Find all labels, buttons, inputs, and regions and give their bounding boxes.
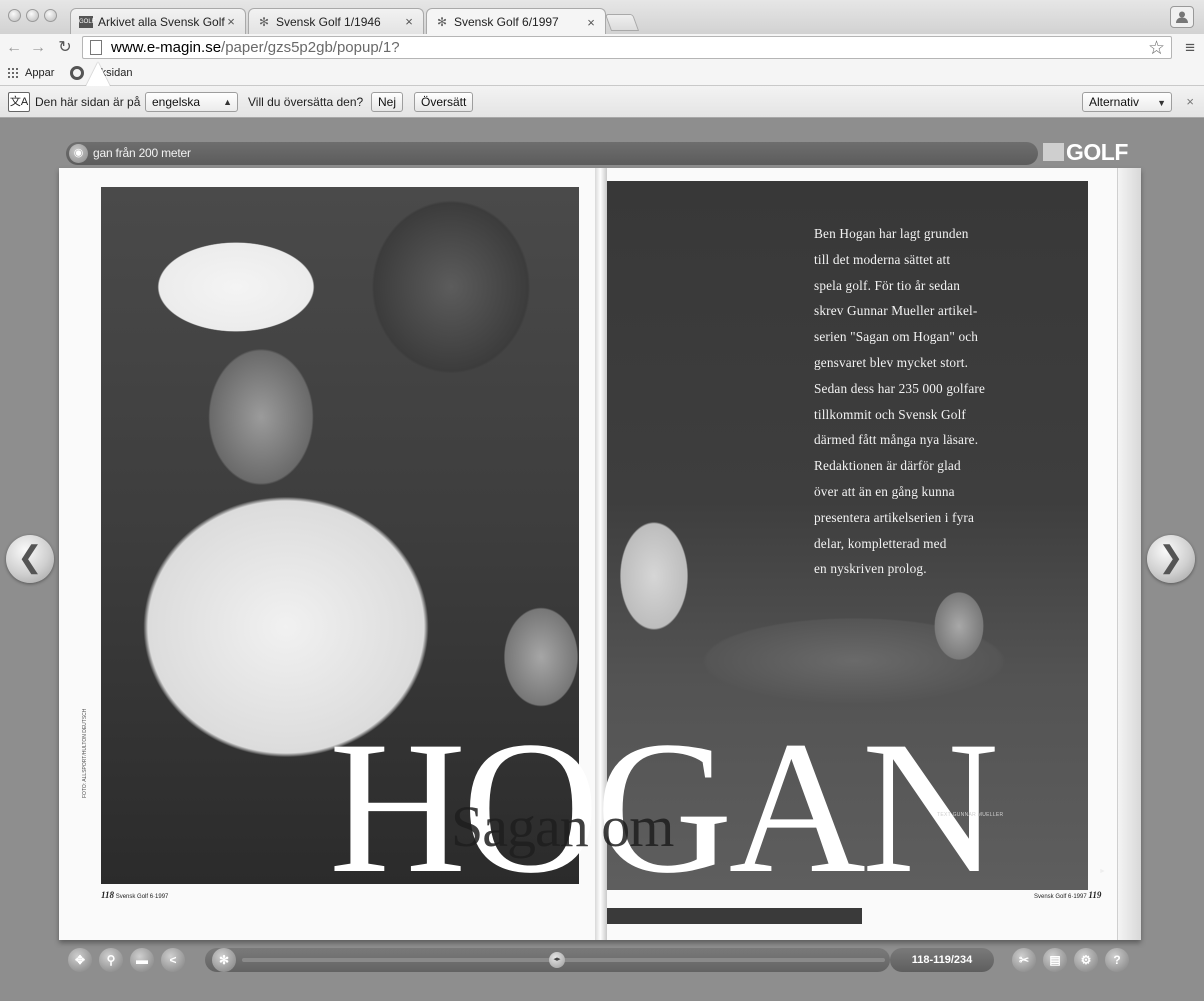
slider-handle[interactable]: ◂▸ (549, 952, 566, 968)
headline-ticker[interactable]: ◉ gan från 200 meter (66, 142, 1038, 165)
tab-svensk-golf-1997[interactable]: ✻ Svensk Golf 6/1997 × (426, 8, 606, 35)
tab-label: Svensk Golf 1/1946 (276, 14, 381, 29)
bookmark-star-icon[interactable]: ☆ (1148, 37, 1165, 60)
window-minimize-dot[interactable] (26, 9, 39, 22)
close-icon[interactable]: × (1186, 94, 1194, 109)
translate-bar: 文A Den här sidan är på engelska ▲ Vill d… (0, 86, 1204, 118)
tab-close-icon[interactable]: × (225, 14, 237, 29)
folio-left-text: Svensk Golf 6·1997 (115, 894, 169, 900)
cut-icon[interactable]: ✂ (1012, 948, 1036, 972)
reload-icon[interactable]: ↻ (55, 38, 75, 58)
intro-line: gensvaret blev mycket stort. (814, 354, 969, 370)
folio-left: 118 Svensk Golf 6·1997 (101, 890, 168, 900)
intro-line: serien "Sagan om Hogan" och (814, 329, 979, 345)
tab-close-icon[interactable]: × (403, 14, 415, 29)
forward-icon[interactable]: → (28, 38, 48, 58)
tab-strip: GOLF Arkivet alla Svensk Golf – E × ✻ Sv… (0, 0, 1204, 35)
bookmarks-bar: Appar rksidan (0, 62, 1204, 86)
rss-icon[interactable]: ◉ (69, 144, 88, 163)
apps-grid-icon[interactable] (7, 67, 19, 79)
page-stack-edge (1117, 168, 1141, 940)
window-zoom-dot[interactable] (44, 9, 57, 22)
window-close-dot[interactable] (8, 9, 21, 22)
select-arrows-icon: ▲ (223, 97, 232, 107)
intro-line: därmed fått många nya läsare. (814, 432, 979, 448)
headline-text: gan från 200 meter (93, 146, 191, 160)
bookmark-apps[interactable]: Appar (25, 67, 54, 79)
folder-icon[interactable]: ▬ (130, 948, 154, 972)
translate-button[interactable]: Översätt (414, 92, 474, 112)
new-tab-button[interactable] (604, 14, 640, 31)
folio-right-text: Svensk Golf 6·1997 (1034, 894, 1087, 900)
settings-icon[interactable]: ⚙ (1074, 948, 1098, 972)
prev-page-button[interactable]: ❮ (6, 535, 54, 583)
gear-favicon-icon: ✻ (436, 15, 448, 29)
options-label: Alternativ (1089, 95, 1140, 109)
tab-label: Svensk Golf 6/1997 (454, 15, 559, 29)
intro-line: tillkommit och Svensk Golf (814, 406, 967, 422)
back-icon[interactable]: ← (4, 38, 24, 58)
help-icon[interactable]: ? (1105, 948, 1129, 972)
intro-line: skrev Gunnar Mueller artikel- (814, 303, 978, 319)
translate-question: Vill du översätta den? (248, 95, 364, 109)
language-value: engelska (152, 95, 201, 109)
translate-icon: 文A (8, 92, 30, 112)
logo-word: GOLF (1066, 138, 1128, 165)
chevron-down-icon: ▼ (1157, 98, 1166, 108)
page-number-right: 119 (1088, 890, 1102, 900)
page-icon (90, 40, 102, 55)
share-icon[interactable]: < (161, 948, 185, 972)
tab-svensk-golf-1946[interactable]: ✻ Svensk Golf 1/1946 × (248, 8, 424, 34)
page-number-left: 118 (101, 890, 115, 900)
zoom-icon[interactable]: ⚲ (99, 948, 123, 972)
intro-line: till det moderna sättet att (814, 251, 951, 267)
photo-credit: FOTO: ALLSPORT/HULTON DEUTSCH (82, 708, 88, 798)
tab-label: Arkivet alla Svensk Golf – E (98, 14, 225, 29)
page-spread[interactable]: Ben Hogan har lagt grunden till det moder… (59, 168, 1141, 940)
browser-toolbar: ← → ↻ www.e-magin.se/paper/gzs5p2gb/popu… (0, 34, 1204, 62)
tab-arkivet[interactable]: GOLF Arkivet alla Svensk Golf – E × (70, 8, 246, 34)
thumbnails-icon[interactable]: ✻ (212, 948, 236, 972)
gear-favicon-icon: ✻ (258, 14, 270, 29)
tooltip-pointer (86, 62, 110, 86)
translate-prefix: Den här sidan är på (35, 95, 141, 109)
next-page-button[interactable]: ❯ (1147, 535, 1195, 583)
intro-line: Sedan dess har 235 000 golfare (814, 380, 986, 396)
folio-right: Svensk Golf 6·1997 119 (1034, 890, 1101, 900)
title-sagan-om: Sagan om (451, 794, 674, 859)
intro-line: delar, kompletterad med (814, 535, 947, 551)
intro-line: över att än en gång kunna (814, 483, 955, 499)
language-select[interactable]: engelska ▲ (145, 92, 238, 112)
intro-text: Ben Hogan har lagt grunden till det moder… (814, 221, 1034, 582)
golf-favicon-icon: GOLF (79, 15, 95, 28)
intro-line: Ben Hogan har lagt grunden (814, 226, 969, 241)
intro-line: presentera artikelserien i fyra (814, 509, 975, 525)
address-bar[interactable]: www.e-magin.se/paper/gzs5p2gb/popup/1? ☆ (82, 36, 1172, 59)
no-button[interactable]: Nej (371, 92, 404, 112)
intro-line: en nyskriven prolog. (814, 561, 927, 577)
logo-box (1043, 143, 1064, 161)
byline: TEXT GUNNAR MUELLER (937, 812, 1004, 818)
options-select[interactable]: Alternativ ▼ (1082, 92, 1172, 112)
menu-icon[interactable]: ≡ (1185, 38, 1195, 58)
url-host: www.e-magin.se (111, 39, 222, 56)
page-indicator[interactable]: 118-119/234 (890, 948, 994, 972)
print-icon[interactable]: ▤ (1043, 948, 1067, 972)
tab-close-icon[interactable]: × (585, 15, 597, 30)
start-page-icon[interactable] (70, 66, 84, 80)
move-icon[interactable]: ✥ (68, 948, 92, 972)
magazine-logo: GOLF (1043, 139, 1128, 165)
intro-line: spela golf. För tio år sedan (814, 277, 960, 293)
intro-line: Redaktionen är därför glad (814, 458, 961, 474)
continue-arrow-icon: ► (1099, 868, 1106, 875)
url-path: /paper/gzs5p2gb/popup/1? (221, 39, 400, 56)
magazine-reader: ◉ gan från 200 meter GOLF Ben Hogan har … (0, 119, 1204, 1001)
profile-icon[interactable] (1170, 6, 1194, 28)
